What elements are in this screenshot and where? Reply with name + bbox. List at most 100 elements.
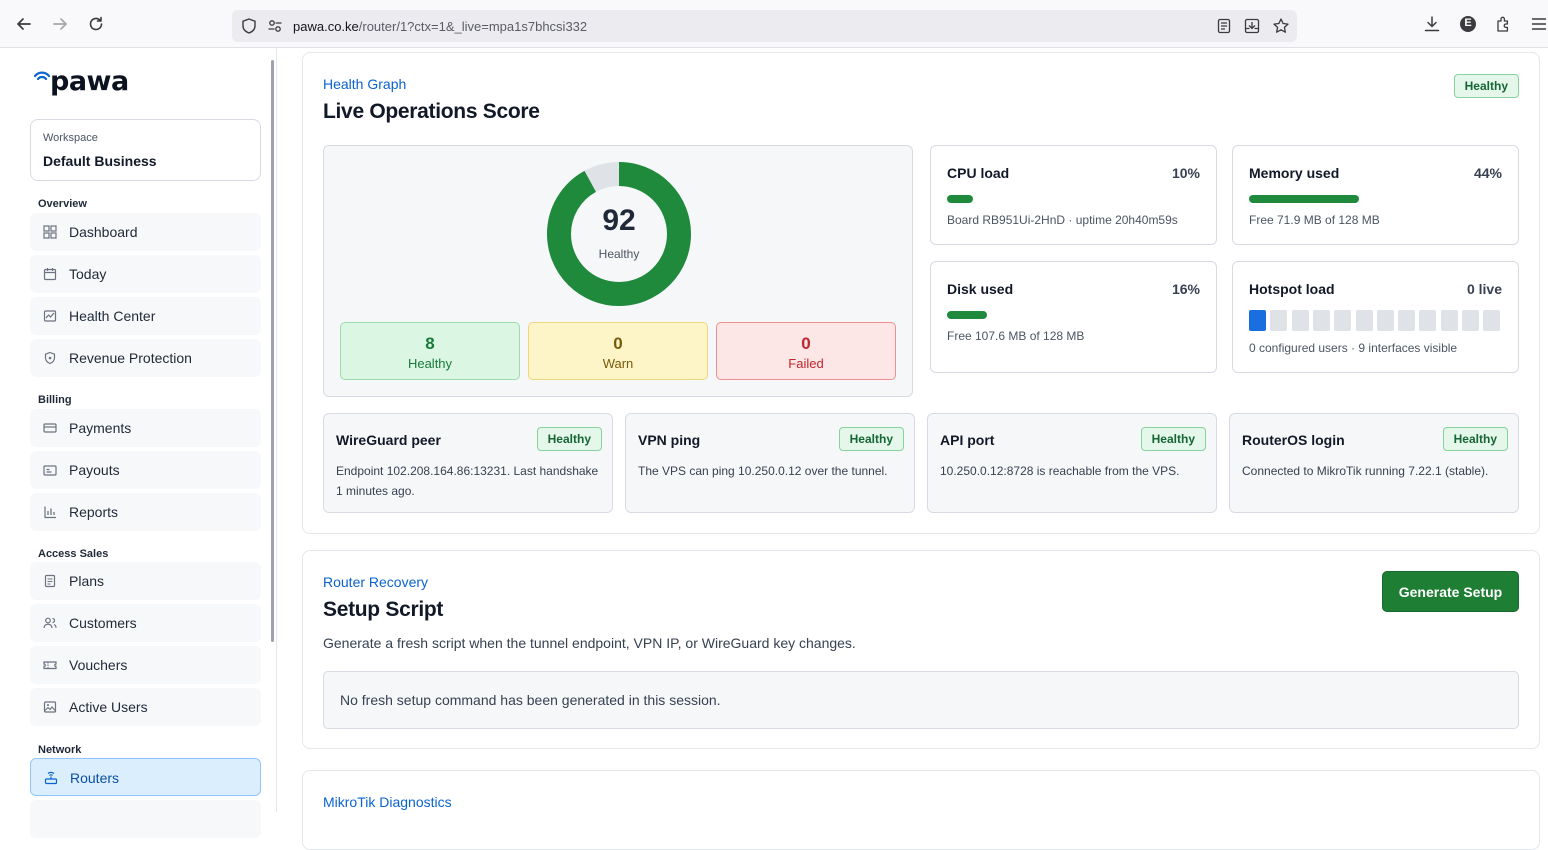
hotspot-cell (1376, 310, 1394, 331)
hotspot-cell (1249, 310, 1266, 331)
profile-initial: E (1464, 17, 1472, 29)
sidebar-item-label: Revenue Protection (69, 350, 192, 366)
sidebar-item-vouchers[interactable]: Vouchers (30, 646, 261, 684)
check-status-badge: Healthy (838, 427, 904, 451)
url-text: pawa.co.ke/router/1?ctx=1&_live=mpa1s7bh… (293, 19, 587, 34)
hotspot-cell (1483, 310, 1501, 331)
cpu-sub: Board RB951Ui-2HnD · uptime 20h40m59s (947, 213, 1178, 227)
site-permissions-icon[interactable] (266, 17, 284, 35)
sidebar-item-revenue-protection[interactable]: Revenue Protection (30, 339, 261, 377)
sidebar-item-label: Plans (69, 573, 105, 589)
vpn-ping-check: VPN ping Healthy The VPS can ping 10.250… (625, 413, 915, 513)
check-status-badge: Healthy (536, 427, 602, 451)
hotspot-title: Hotspot load (1249, 281, 1335, 297)
hotspot-cell (1462, 310, 1479, 331)
sidebar-scrollbar[interactable] (271, 60, 274, 642)
sidebar-item-payouts[interactable]: Payouts (30, 451, 261, 489)
sidebar-item-label: Vouchers (69, 657, 128, 673)
section-billing: Billing (38, 394, 72, 406)
check-title: VPN ping (638, 432, 701, 448)
hotspot-cell (1312, 310, 1330, 331)
cpu-value: 10% (1171, 165, 1200, 181)
hotspot-cell (1398, 310, 1416, 331)
extensions-puzzle-icon[interactable] (1494, 14, 1514, 34)
document-icon (43, 574, 57, 588)
generate-setup-button[interactable]: Generate Setup (1382, 571, 1519, 612)
memory-sub: Free 71.9 MB of 128 MB (1249, 213, 1380, 227)
reload-icon[interactable] (86, 14, 106, 34)
health-status-badge: Healthy (1453, 74, 1519, 98)
recovery-title: Setup Script (323, 598, 444, 621)
sidebar-item-label: Customers (69, 615, 137, 631)
hotspot-cell (1334, 310, 1352, 331)
health-graph-card: Health Graph Live Operations Score Healt… (302, 52, 1540, 534)
url-host: pawa.co.ke (293, 19, 359, 34)
check-title: RouterOS login (1242, 432, 1345, 448)
sidebar-item-today[interactable]: Today (30, 255, 261, 293)
check-description: 10.250.0.12:8728 is reachable from the V… (940, 464, 1180, 478)
sidebar-item-dashboard[interactable]: Dashboard (30, 213, 261, 251)
check-description: The VPS can ping 10.250.0.12 over the tu… (638, 464, 888, 478)
sidebar-item-routers[interactable]: Routers (30, 758, 261, 796)
healthy-count-tile: 8 Healthy (340, 322, 520, 380)
back-arrow-icon[interactable] (14, 14, 34, 34)
profile-avatar-icon[interactable]: E (1458, 14, 1478, 34)
sidebar-item-plans[interactable]: Plans (30, 562, 261, 600)
sidebar-item-label: Routers (70, 770, 120, 786)
warn-count: 0 (613, 334, 623, 353)
failed-count-tile: 0 Failed (716, 322, 896, 380)
cpu-title: CPU load (947, 165, 1010, 181)
cpu-bar (947, 195, 973, 203)
menu-hamburger-icon[interactable] (1530, 14, 1548, 34)
pawa-logo-icon[interactable] (33, 68, 51, 82)
check-status-badge: Healthy (1442, 427, 1508, 451)
sidebar-item-label: Active Users (69, 699, 148, 715)
warn-count-tile: 0 Warn (528, 322, 708, 380)
forward-arrow-icon[interactable] (50, 14, 70, 34)
downloads-icon[interactable] (1422, 14, 1442, 34)
hotspot-cell (1440, 310, 1458, 331)
disk-bar (947, 311, 987, 319)
recovery-description: Generate a fresh script when the tunnel … (323, 635, 856, 651)
failed-count: 0 (801, 334, 811, 353)
sidebar-item-label: Dashboard (69, 224, 138, 240)
address-bar[interactable]: pawa.co.ke/router/1?ctx=1&_live=mpa1s7bh… (232, 10, 1297, 42)
browser-toolbar: pawa.co.ke/router/1?ctx=1&_live=mpa1s7bh… (0, 0, 1548, 48)
router-icon (44, 771, 58, 785)
hotspot-cell (1355, 310, 1373, 331)
sidebar-item-payments[interactable]: Payments (30, 409, 261, 447)
reader-view-icon[interactable] (1215, 17, 1233, 35)
sidebar-item-next[interactable] (30, 800, 261, 838)
memory-value: 44% (1473, 165, 1502, 181)
bookmark-star-icon[interactable] (1272, 17, 1290, 35)
shield-icon[interactable] (240, 17, 258, 35)
check-status-badge: Healthy (1140, 427, 1206, 451)
wireguard-peer-check: WireGuard peer Healthy Endpoint 102.208.… (323, 413, 613, 513)
check-title: WireGuard peer (336, 432, 441, 448)
workspace-name: Default Business (43, 153, 157, 169)
grid-icon (43, 225, 57, 239)
sidebar-item-reports[interactable]: Reports (30, 493, 261, 531)
section-overview: Overview (38, 198, 87, 210)
hotspot-load-card: Hotspot load 0 live 0 configured users ·… (1232, 261, 1519, 373)
diagnostics-eyebrow: MikroTik Diagnostics (323, 794, 452, 810)
hotspot-value: 0 live (1466, 281, 1502, 297)
sidebar-item-customers[interactable]: Customers (30, 604, 261, 642)
sidebar-item-label: Today (69, 266, 107, 282)
check-description: Endpoint 102.208.164.86:13231. Last hand… (336, 464, 599, 498)
logo-wordmark: pawa (50, 66, 129, 97)
credit-card-icon (43, 421, 57, 435)
save-to-pocket-icon[interactable] (1243, 17, 1261, 35)
score-panel: 92 Healthy 8 Healthy 0 Warn 0 Failed (323, 145, 913, 397)
workspace-selector[interactable]: Workspace Default Business (30, 119, 261, 181)
sidebar-item-active-users[interactable]: Active Users (30, 688, 261, 726)
url-path: /router/1?ctx=1&_live=mpa1s7bhcsi332 (358, 19, 588, 34)
hotspot-cell (1419, 310, 1437, 331)
check-description: Connected to MikroTik running 7.22.1 (st… (1242, 464, 1489, 478)
pulse-chart-icon (43, 309, 57, 323)
sidebar-item-health-center[interactable]: Health Center (30, 297, 261, 335)
routeros-login-check: RouterOS login Healthy Connected to Mikr… (1229, 413, 1519, 513)
disk-title: Disk used (947, 281, 1014, 297)
router-recovery-card: Router Recovery Setup Script Generate Se… (302, 550, 1540, 749)
failed-count-label: Failed (788, 356, 824, 371)
